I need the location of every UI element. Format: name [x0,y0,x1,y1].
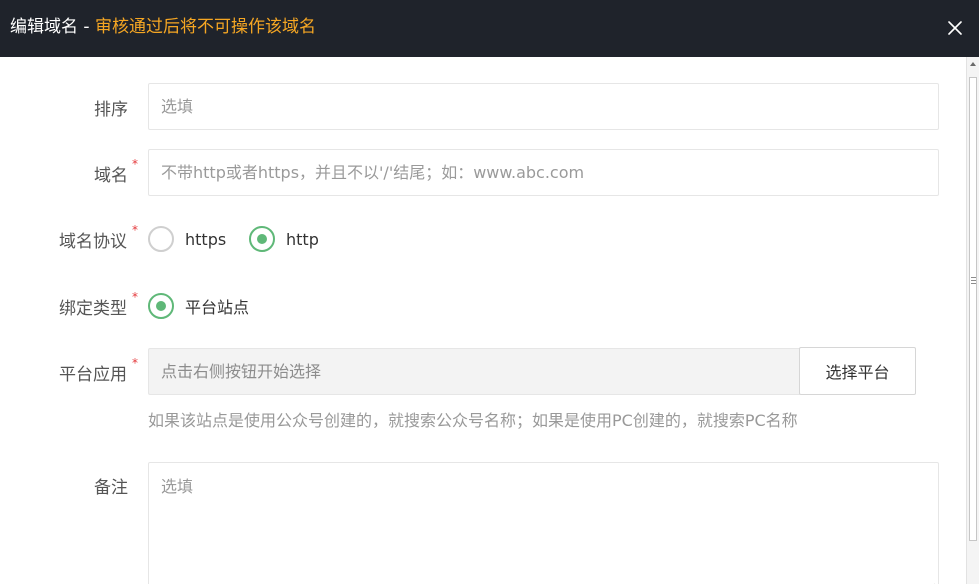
sort-input[interactable] [149,84,938,129]
select-platform-button[interactable]: 选择平台 [799,347,916,395]
domain-input-wrapper [148,149,939,196]
remark-textarea-wrapper [148,462,939,584]
bind-type-radio-platform-site[interactable]: 平台站点 [148,293,249,319]
platform-input[interactable] [149,349,800,394]
bind-type-label: 绑定类型 [59,299,127,319]
close-button[interactable] [943,14,967,42]
dialog-title-text: 编辑域名 - [10,17,95,37]
scroll-up-arrow-icon[interactable] [970,62,976,66]
grip-line [971,280,976,281]
sort-label: 排序 [94,100,128,120]
protocol-radio-http[interactable]: http [249,226,319,252]
required-mark: * [132,157,138,171]
required-mark: * [132,223,138,237]
radio-label: http [286,229,319,249]
radio-label: https [185,229,227,249]
radio-label: 平台站点 [185,298,250,317]
platform-label: 平台应用 [59,365,127,385]
required-mark: * [132,356,138,370]
domain-input[interactable] [149,150,938,195]
scrollbar-thumb[interactable] [969,77,977,541]
remark-textarea[interactable] [149,463,938,584]
remark-label: 备注 [94,478,128,498]
radio-unchecked-icon [148,226,174,252]
vertical-scrollbar[interactable] [966,57,979,584]
dialog-title: 编辑域名 - 审核通过后将不可操作该域名 [10,15,316,39]
radio-checked-icon [249,226,275,252]
dialog-titlebar: 编辑域名 - 审核通过后将不可操作该域名 [0,0,979,57]
protocol-radio-https[interactable]: https [148,226,226,252]
close-icon [948,21,962,35]
platform-hint: 如果该站点是使用公众号创建的，就搜索公众号名称；如果是使用PC创建的，就搜索PC… [148,411,798,430]
required-mark: * [132,290,138,304]
platform-input-wrapper [148,348,800,395]
grip-line [971,283,976,284]
sort-input-wrapper [148,83,939,130]
grip-line [971,277,976,278]
protocol-label: 域名协议 [59,232,127,252]
domain-label: 域名 [94,166,128,186]
dialog-title-warning: 审核通过后将不可操作该域名 [94,17,316,37]
radio-checked-icon [148,293,174,319]
